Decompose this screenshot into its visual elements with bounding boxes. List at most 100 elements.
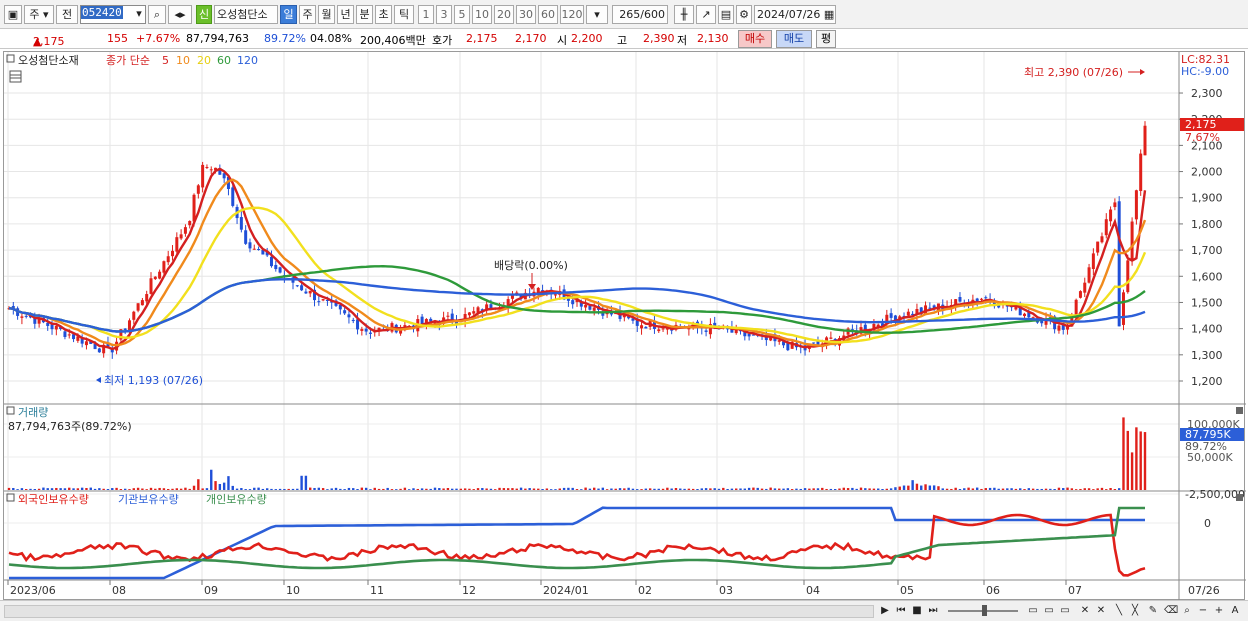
type-select[interactable]: 주 ▾ <box>24 5 54 24</box>
chart-svg[interactable]: 2,3002,2002,1002,0001,9001,8001,7001,600… <box>4 52 1246 601</box>
window-menu-icon[interactable]: ▣ <box>4 5 22 24</box>
period-month[interactable]: 월 <box>318 5 335 24</box>
layout-2-icon[interactable]: ▭ <box>1042 604 1056 619</box>
period-second[interactable]: 초 <box>375 5 392 24</box>
chart-scroll-bar: ▶ ⏮ ■ ⏭ ▭ ▭ ▭ ✕ ✕ ╲ ╳ ✎ ⌫ ⌕ − + A <box>0 600 1248 621</box>
table-view-icon[interactable] <box>9 70 22 83</box>
holding-pane-close-icon[interactable] <box>1236 494 1243 501</box>
volume-bar <box>274 489 277 490</box>
stop-icon[interactable]: ■ <box>910 604 924 619</box>
zoom-slider-thumb[interactable] <box>982 605 987 616</box>
volume-bar <box>1079 488 1082 490</box>
period-week[interactable]: 주 <box>299 5 316 24</box>
zoom-out-icon[interactable]: − <box>1196 604 1210 619</box>
volume-bar <box>179 488 183 490</box>
volume-bar <box>700 488 703 490</box>
range-20[interactable]: 20 <box>494 5 514 24</box>
volume-pane-close-icon[interactable] <box>1236 407 1243 414</box>
candle-body <box>248 242 252 249</box>
layout-1-icon[interactable]: ▭ <box>1026 604 1040 619</box>
volume-bar <box>472 489 475 490</box>
volume-bar <box>756 487 759 490</box>
period-tick[interactable]: 틱 <box>394 5 414 24</box>
range-60[interactable]: 60 <box>538 5 558 24</box>
volume-bar <box>575 489 579 490</box>
volume-pane-value: 87,794,763주(89.72%) <box>8 420 132 433</box>
ma-legend-20: 20 <box>197 54 211 67</box>
horizontal-scrollbar[interactable] <box>4 605 874 618</box>
magnify-icon[interactable]: ⌕ <box>1180 604 1194 619</box>
chart-area[interactable]: 2,3002,2002,1002,0001,9001,8001,7001,600… <box>3 51 1246 601</box>
volume-bar <box>145 489 148 490</box>
period-minute[interactable]: 분 <box>356 5 373 24</box>
candle-body <box>446 315 450 317</box>
volume-bar <box>63 488 67 490</box>
volume-bar <box>915 483 919 490</box>
indicator-icon[interactable]: ↗ <box>696 5 716 24</box>
volume-bar <box>1001 488 1005 490</box>
volume-bar <box>1010 488 1013 490</box>
price-tick-label: 1,700 <box>1191 244 1223 257</box>
volume-bar <box>390 489 394 490</box>
range-1[interactable]: 1 <box>418 5 434 24</box>
zoom-in-icon[interactable]: + <box>1212 604 1226 619</box>
sell-button[interactable]: 매도 <box>776 30 812 48</box>
search-icon[interactable]: ⌕ <box>148 5 166 24</box>
layout-3-icon[interactable]: ▭ <box>1058 604 1072 619</box>
eraser-icon[interactable]: ⌫ <box>1164 604 1178 619</box>
volume-bar <box>950 488 953 490</box>
period-year[interactable]: 년 <box>337 5 354 24</box>
prev-stock-icon[interactable]: ◂▸ <box>168 5 192 24</box>
candle-body <box>644 326 648 329</box>
candle-body <box>360 329 364 331</box>
candle-type-icon[interactable]: ╫ <box>674 5 694 24</box>
volume-bar <box>971 488 975 490</box>
candle-body <box>188 221 192 226</box>
volume-bar <box>1087 488 1091 490</box>
volume-bar <box>709 488 712 490</box>
gear-icon[interactable]: ⚙ <box>736 5 752 24</box>
range-10[interactable]: 10 <box>472 5 492 24</box>
stock-name: 오성첨단소 <box>214 5 278 24</box>
scroll-first-icon[interactable]: ⏮ <box>894 604 908 619</box>
market-select[interactable]: 전 <box>56 5 78 24</box>
range-dropdown[interactable]: ▾ <box>586 5 608 24</box>
stock-legend: 오성첨단소재 <box>18 54 79 67</box>
volume-bar <box>648 488 652 490</box>
open-label: 시 <box>557 34 568 47</box>
date-input[interactable]: 2024/07/26 ▦ <box>754 5 836 24</box>
volume-bar <box>1006 488 1009 490</box>
crosshair-icon[interactable]: ✕ <box>1078 604 1092 619</box>
range-30[interactable]: 30 <box>516 5 536 24</box>
range-5[interactable]: 5 <box>454 5 470 24</box>
range-120[interactable]: 120 <box>560 5 584 24</box>
volume-bar <box>257 487 260 490</box>
period-day[interactable]: 일 <box>280 5 297 24</box>
fibo-icon[interactable]: ╳ <box>1128 604 1142 619</box>
legend-foreign: 외국인보유수량 <box>18 493 89 506</box>
volume-bar <box>786 488 790 490</box>
draw-line-icon[interactable]: ╲ <box>1112 604 1126 619</box>
candle-body <box>958 296 962 302</box>
scroll-last-icon[interactable]: ⏭ <box>926 604 940 619</box>
buy-button[interactable]: 매수 <box>738 30 772 48</box>
volume-bar <box>1113 489 1117 490</box>
volume-bar <box>377 488 381 490</box>
volume-bar <box>111 488 114 490</box>
volume-bar <box>696 489 699 490</box>
range-3[interactable]: 3 <box>436 5 452 24</box>
volume-bar <box>704 488 708 490</box>
pen-icon[interactable]: ✎ <box>1146 604 1160 619</box>
calendar-icon[interactable]: ▦ <box>824 8 834 21</box>
save-icon[interactable]: ▤ <box>718 5 734 24</box>
evaluate-button[interactable]: 평 <box>816 30 836 48</box>
auto-scale-icon[interactable]: A <box>1228 604 1242 619</box>
trendline-icon[interactable]: ✕ <box>1094 604 1108 619</box>
low-price: 2,130 <box>697 32 729 45</box>
volume-bar <box>666 487 669 490</box>
volume-bar <box>855 488 858 490</box>
code-dropdown-icon[interactable]: ▾ <box>132 5 146 24</box>
count-input[interactable]: 265/600 <box>612 5 668 24</box>
volume-bar <box>1031 488 1035 490</box>
scroll-right-icon[interactable]: ▶ <box>878 604 892 619</box>
